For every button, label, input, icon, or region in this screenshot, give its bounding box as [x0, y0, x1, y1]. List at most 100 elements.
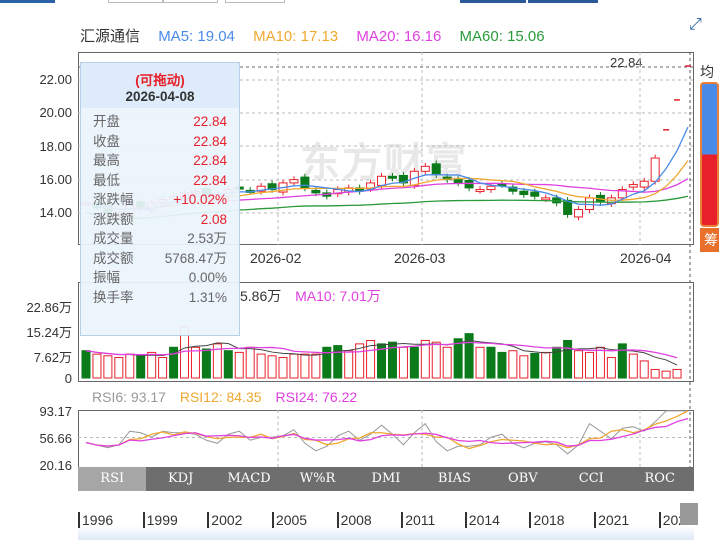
timeline-year: 1996: [78, 512, 113, 528]
volume-bar: [574, 350, 584, 379]
tooltip-value: 2.08: [200, 211, 227, 227]
chip-badge[interactable]: 筹: [700, 228, 719, 252]
timeline-year: 2011: [401, 512, 435, 528]
tab-dmi[interactable]: DMI: [352, 467, 420, 491]
tooltip-key: 成交额: [93, 250, 134, 266]
tooltip-row: 涨跌额 2.08: [81, 210, 239, 230]
timeline-year: 2008: [336, 512, 372, 528]
candle: [584, 197, 594, 210]
volume-bar: [300, 353, 310, 379]
volume-bar: [289, 353, 299, 379]
candle: [541, 197, 551, 201]
volume-bar: [486, 346, 496, 379]
volume-bar: [431, 341, 441, 379]
volume-bar: [508, 350, 518, 379]
tab-cci[interactable]: CCI: [557, 467, 625, 491]
volume-bar: [442, 346, 452, 379]
volume-bar: [311, 353, 321, 379]
volume-bar: [201, 348, 211, 379]
timeline-year: 1999: [142, 512, 178, 528]
tab-bias[interactable]: BIAS: [420, 467, 488, 491]
volume-bar: [672, 368, 682, 379]
tooltip-key: 最低: [93, 172, 120, 188]
volume-bar: [497, 351, 507, 379]
tooltip-row: 成交额 5768.47万: [81, 249, 239, 269]
tooltip-row: 成交量 2.53万: [81, 229, 239, 249]
candle: [464, 179, 474, 189]
volume-bar: [125, 353, 135, 379]
timeline-handle[interactable]: [680, 503, 698, 525]
tooltip-row: 收盘 22.84: [81, 132, 239, 152]
volume-bar: [595, 346, 605, 379]
volume-bar: [541, 351, 551, 379]
tooltip-key: 涨跌额: [93, 211, 134, 227]
volume-bar: [278, 357, 288, 379]
tooltip-row: 最高 22.84: [81, 151, 239, 171]
volume-bar: [223, 350, 233, 379]
tab-wr[interactable]: W%R: [283, 467, 351, 491]
volume-bar: [234, 351, 244, 379]
candle: [475, 189, 485, 193]
tooltip-key: 换手率: [93, 289, 134, 305]
volume-bar: [158, 357, 168, 379]
side-label: 均: [700, 64, 714, 80]
tooltip-key: 振幅: [93, 270, 120, 285]
volume-bar: [420, 339, 430, 379]
timeline-year: 2018: [529, 512, 565, 528]
tooltip-value: 2.53万: [187, 231, 227, 246]
volume-bar: [519, 355, 529, 379]
timeline-year: 2005: [271, 512, 307, 528]
volume-bar: [628, 353, 638, 379]
tooltip-value: 22.84: [193, 133, 227, 149]
timeline-year: 2014: [464, 512, 500, 528]
volume-bar: [103, 355, 113, 379]
volume-bar: [661, 370, 671, 379]
tooltip-value: 0.00%: [188, 270, 227, 285]
rsi6-line: [85, 410, 688, 455]
tooltip-value: 1.31%: [188, 289, 227, 305]
tooltip-value: 22.84: [193, 153, 227, 168]
tooltip-key: 成交量: [93, 231, 134, 246]
candle: [377, 175, 387, 186]
volume-bar: [114, 357, 124, 379]
timeline-year: 2002: [207, 512, 242, 528]
tooltip-row: 最低 22.84: [81, 171, 239, 191]
timeline-year: 2021: [594, 512, 629, 528]
volume-bar: [256, 353, 266, 379]
candle: [486, 185, 496, 191]
tab-kdj[interactable]: KDJ: [146, 467, 214, 491]
volume-bar: [530, 352, 540, 379]
candle: [289, 179, 299, 184]
volume-bar: [584, 351, 594, 379]
volume-bar: [563, 339, 573, 379]
tab-obv[interactable]: OBV: [489, 467, 557, 491]
candle: [300, 176, 310, 189]
tab-rsi[interactable]: RSI: [78, 467, 147, 491]
tooltip-value: 5768.47万: [164, 250, 227, 266]
tooltip-value: +10.02%: [173, 192, 227, 207]
volume-bar: [606, 357, 616, 379]
candle: [628, 184, 638, 188]
volume-bar: [92, 353, 102, 379]
volume-bar: [409, 346, 419, 379]
timeline-years: 1996 1999 2002 2005 2008 2011 2014 2018 2021 2024: [78, 512, 694, 528]
tooltip-date: 2026-04-08: [125, 89, 195, 104]
tooltip-panel[interactable]: (可拖动) 2026-04-08 开盘 22.84 收盘 22.84 最高 22.84 最低 2…: [80, 62, 240, 336]
tooltip-key: 最高: [93, 153, 120, 168]
tooltip-key: 收盘: [93, 133, 120, 149]
tab-macd[interactable]: MACD: [215, 467, 283, 491]
tooltip-row: 振幅 0.00%: [81, 268, 239, 288]
tab-roc[interactable]: ROC: [626, 467, 694, 491]
indicator-tabs: RSI KDJ MACD W%R DMI BIAS OBV CCI ROC: [78, 467, 694, 491]
volume-bar: [81, 350, 91, 379]
candle: [453, 179, 463, 184]
candle: [431, 163, 441, 176]
candle: [311, 189, 321, 194]
tooltip-key: 开盘: [93, 114, 120, 129]
chip-distribution-thumb[interactable]: [700, 82, 719, 227]
tooltip-row: 换手率 1.31%: [81, 288, 239, 308]
volume-bar: [617, 343, 627, 379]
tooltip-drag-hint: (可拖动): [135, 73, 185, 88]
volume-bar: [136, 355, 146, 379]
volume-bar: [650, 368, 660, 379]
